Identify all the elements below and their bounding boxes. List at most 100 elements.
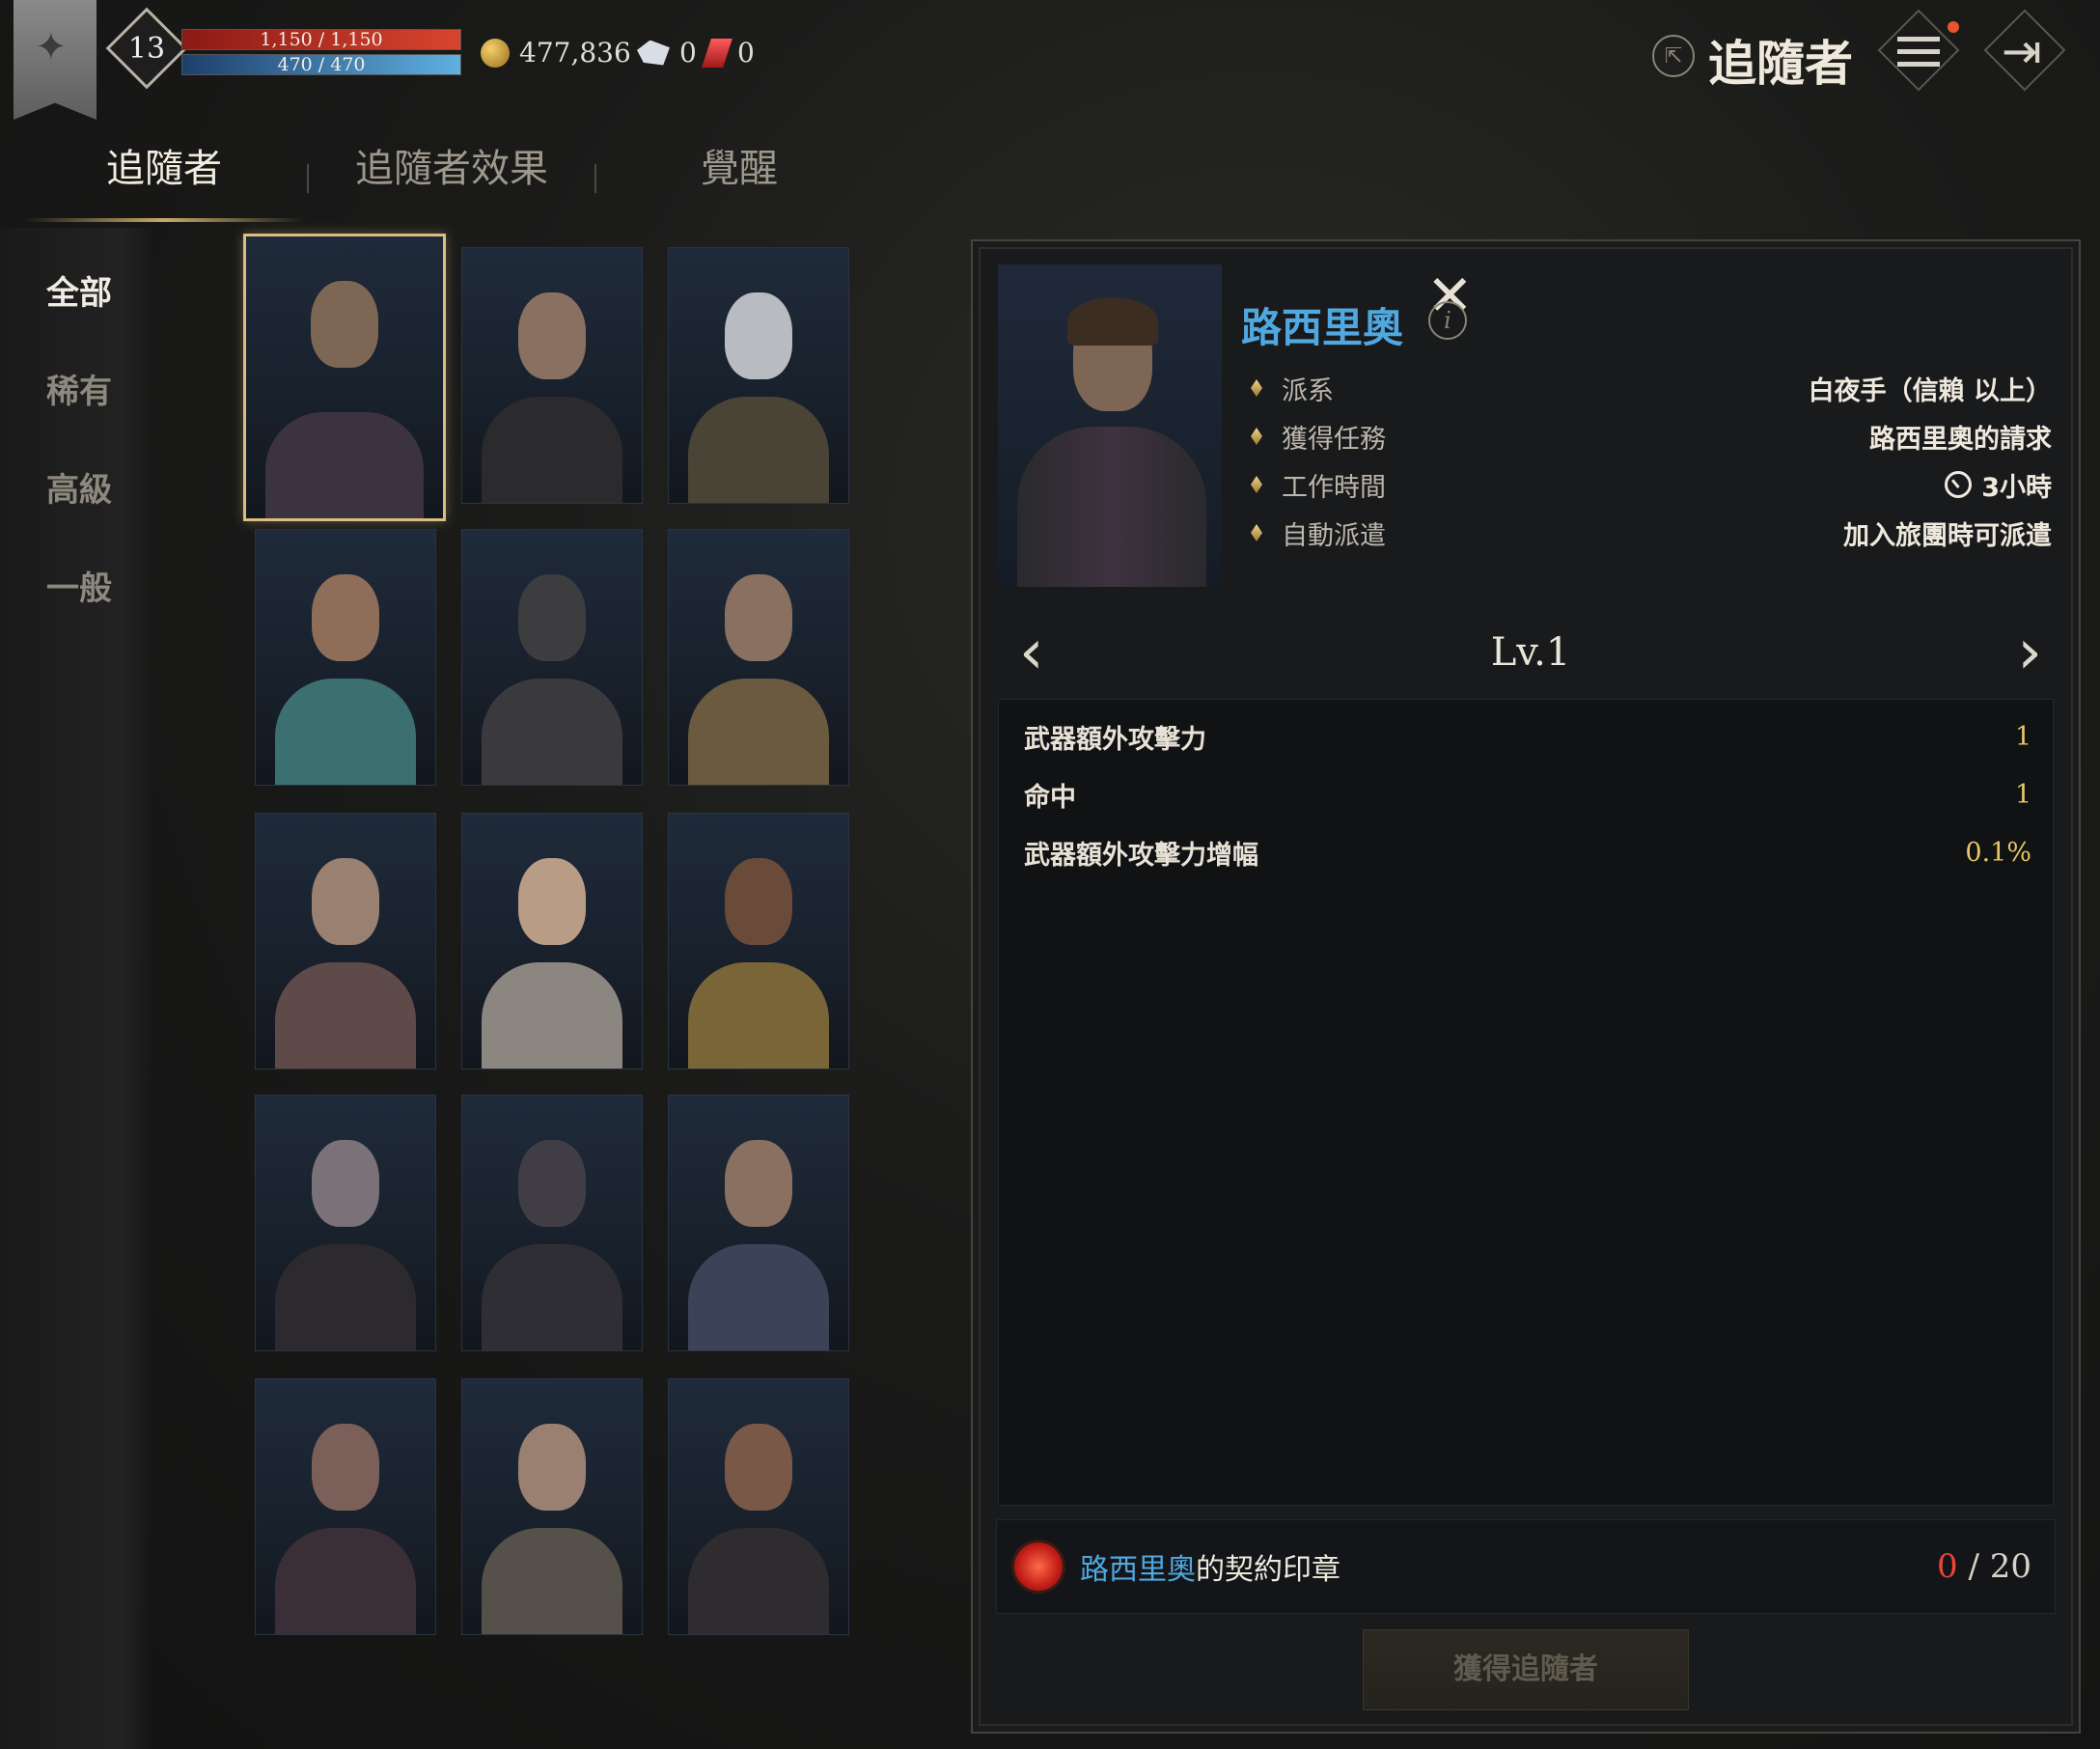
portrait-head — [312, 574, 379, 661]
follower-card[interactable] — [255, 529, 436, 786]
stat-value: 1 — [2014, 779, 2031, 810]
portrait-head — [312, 858, 379, 945]
portrait-head — [725, 1140, 792, 1227]
portrait-body — [482, 397, 622, 503]
portrait-body — [275, 1244, 416, 1350]
portrait-body — [482, 1528, 622, 1634]
page-title: 追隨者 — [1708, 36, 1853, 92]
stat-name: 命中 — [1024, 782, 1076, 813]
tab-follower-effects[interactable]: 追隨者效果 — [311, 135, 593, 222]
portrait-head — [518, 858, 586, 945]
diamond-bullet-icon — [1251, 524, 1262, 541]
follower-card[interactable] — [668, 813, 849, 1069]
portrait-body — [482, 1244, 622, 1350]
portrait-head — [518, 574, 586, 661]
level-text: 13 — [127, 31, 166, 66]
follower-card[interactable] — [461, 529, 643, 786]
seal-owned: 0 — [1937, 1547, 1958, 1586]
seal-label: 的契約印章 — [1196, 1553, 1340, 1587]
portrait-body — [275, 679, 416, 785]
ruby-amount: 0 — [737, 37, 755, 69]
follower-card[interactable] — [668, 1095, 849, 1351]
follower-card[interactable] — [255, 813, 436, 1069]
info-icon[interactable]: i — [1428, 301, 1467, 340]
portrait-head — [725, 292, 792, 379]
follower-card[interactable] — [461, 247, 643, 504]
hp-bar: 1,150 / 1,150 — [181, 29, 461, 50]
follower-card[interactable] — [255, 1378, 436, 1635]
attribute-faction: 派系 白夜手（信賴 以上） — [1251, 369, 2052, 407]
portrait-body — [688, 1528, 829, 1634]
attribute-quest: 獲得任務 路西里奧的請求 — [1251, 417, 2052, 456]
portrait-head — [312, 1140, 379, 1227]
guild-banner-icon[interactable]: ✦ — [14, 0, 97, 120]
clock-icon — [1945, 471, 1973, 498]
portrait-body — [688, 1244, 829, 1350]
chevron-right-icon[interactable]: › — [2017, 618, 2042, 687]
attribute-key: 自動派遣 — [1282, 520, 1386, 551]
portrait-hair — [1067, 297, 1158, 346]
tab-divider — [594, 164, 596, 193]
tab-divider — [307, 164, 309, 193]
hamburger-icon — [1897, 37, 1940, 74]
portrait-head — [518, 1424, 586, 1511]
attribute-value: 加入旅團時可派遣 — [1843, 520, 2052, 551]
follower-name: 路西里奧 — [1241, 304, 1404, 351]
tab-bar: 追隨者 追隨者效果 覺醒 — [23, 135, 880, 222]
ruby-currency: 0 — [702, 37, 755, 69]
stat-value: 1 — [2014, 721, 2031, 752]
attribute-work-time: 工作時間 3小時 — [1251, 465, 2052, 504]
ruby-icon — [702, 38, 732, 68]
follower-card[interactable] — [243, 234, 446, 521]
portrait-head — [725, 1424, 792, 1511]
category-rare[interactable]: 稀有 — [46, 365, 112, 412]
exit-button[interactable]: ⇥ — [1983, 9, 2066, 92]
contract-seal-row: 路西里奧 的契約印章 0 / 20 — [996, 1519, 2056, 1614]
portrait-body — [688, 962, 829, 1069]
portrait-head — [725, 858, 792, 945]
diamond-bullet-icon — [1251, 428, 1262, 445]
portrait-body — [1017, 427, 1206, 587]
follower-card[interactable] — [255, 1095, 436, 1351]
tab-awakening[interactable]: 覺醒 — [598, 135, 880, 222]
portrait-body — [688, 679, 829, 785]
follower-card[interactable] — [461, 813, 643, 1069]
attribute-key: 獲得任務 — [1282, 424, 1386, 455]
category-normal[interactable]: 一般 — [46, 562, 112, 609]
category-all[interactable]: 全部 — [46, 266, 112, 314]
follower-portrait — [998, 264, 1222, 587]
stat-row: 命中 1 — [1024, 775, 2031, 814]
portrait-body — [265, 412, 424, 518]
stat-row: 武器額外攻擊力 1 — [1024, 717, 2031, 756]
follower-card[interactable] — [461, 1378, 643, 1635]
follower-card[interactable] — [668, 529, 849, 786]
stat-value: 0.1% — [1965, 837, 2031, 868]
portrait-body — [275, 962, 416, 1069]
contract-seal-icon — [1014, 1542, 1063, 1591]
portrait-body — [482, 962, 622, 1069]
attribute-value: 白夜手（信賴 以上） — [1808, 375, 2052, 406]
follower-card[interactable] — [668, 247, 849, 504]
attribute-value: 3小時 — [1981, 472, 2052, 503]
portrait-head — [518, 292, 586, 379]
stat-name: 武器額外攻擊力增幅 — [1024, 840, 1258, 871]
follower-card[interactable] — [461, 1095, 643, 1351]
portrait-head — [311, 281, 378, 368]
attribute-key: 派系 — [1282, 375, 1334, 406]
seal-required: 20 — [1989, 1547, 2031, 1586]
external-link-icon[interactable]: ⇱ — [1652, 35, 1695, 77]
follower-card[interactable] — [668, 1378, 849, 1635]
menu-button[interactable] — [1877, 9, 1960, 92]
category-advanced[interactable]: 高級 — [46, 463, 112, 511]
portrait-head — [312, 1424, 379, 1511]
notification-dot — [1948, 21, 1959, 33]
seal-count: 0 / 20 — [1937, 1547, 2031, 1586]
hp-text: 1,150 / 1,150 — [260, 29, 383, 50]
attribute-value-wrap: 3小時 — [1945, 466, 2052, 504]
crystal-currency: 0 — [637, 37, 697, 69]
acquire-follower-button[interactable]: 獲得追隨者 — [1363, 1629, 1689, 1710]
seal-follower-name: 路西里奧 — [1080, 1553, 1196, 1587]
diamond-bullet-icon — [1251, 379, 1262, 397]
tab-followers[interactable]: 追隨者 — [23, 135, 305, 222]
crystal-icon — [637, 40, 670, 66]
